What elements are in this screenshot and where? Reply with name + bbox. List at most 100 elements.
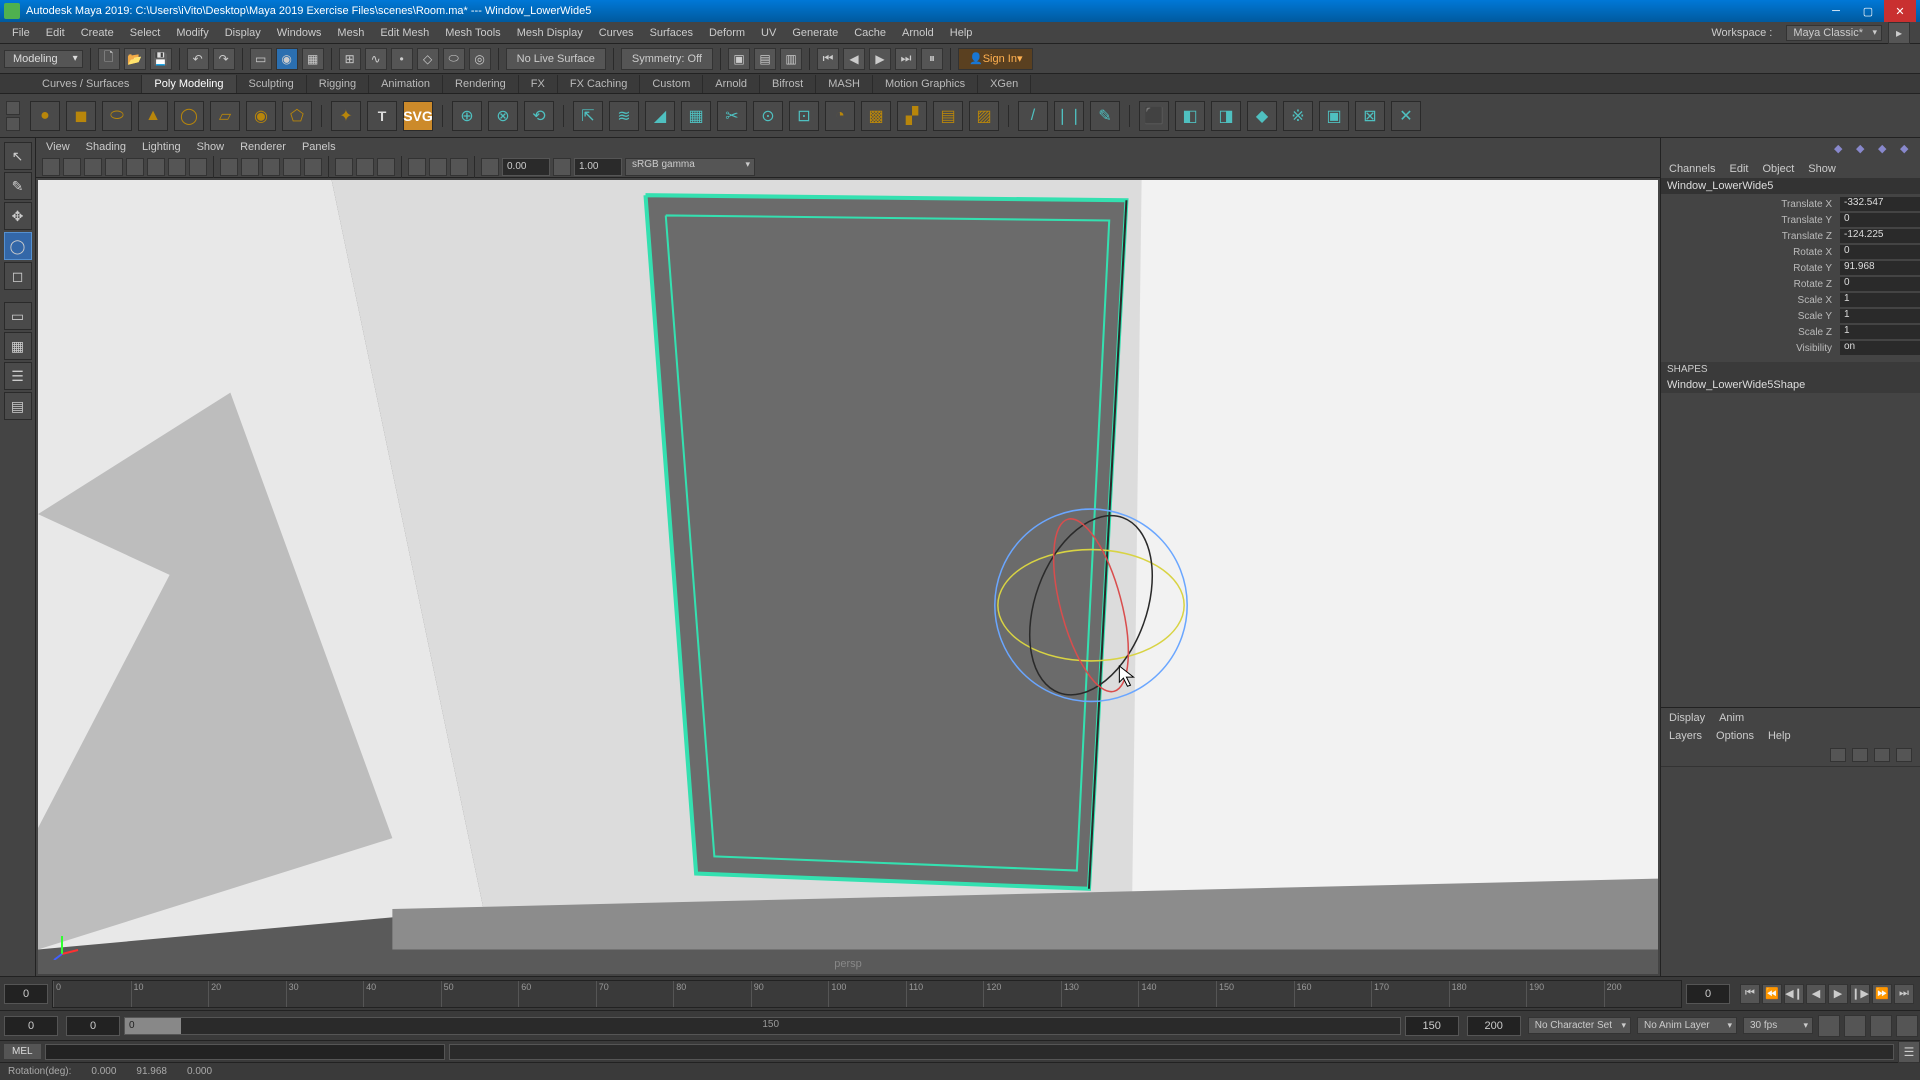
cmd-lang-label[interactable]: MEL <box>4 1044 41 1059</box>
signin-button[interactable]: 👤 Sign In ▾ <box>958 48 1033 70</box>
layer-moveup-icon[interactable] <box>1830 748 1846 762</box>
range-sync-icon[interactable] <box>1896 1015 1918 1037</box>
panel-exposure-icon[interactable] <box>481 158 499 176</box>
panel-xray-joints-icon[interactable] <box>377 158 395 176</box>
range-end-outer[interactable] <box>1467 1016 1521 1036</box>
collapse-icon[interactable]: ⊠ <box>1355 101 1385 131</box>
go-end-icon[interactable]: ⏭ <box>1894 984 1914 1004</box>
close-button[interactable]: ✕ <box>1884 0 1916 22</box>
poly-platonic-icon[interactable]: ⬠ <box>282 101 312 131</box>
shelf-tab-rendering[interactable]: Rendering <box>443 75 519 93</box>
panel-res-gate-icon[interactable] <box>126 158 144 176</box>
combine-icon[interactable]: ⊕ <box>452 101 482 131</box>
chbox-edit-tab[interactable]: Edit <box>1729 163 1748 175</box>
panel-gamma-icon[interactable] <box>553 158 571 176</box>
panel-shading[interactable]: Shading <box>86 141 126 153</box>
object-name-field[interactable]: Window_LowerWide5 <box>1661 178 1920 194</box>
insert-edge-icon[interactable]: ▦ <box>681 101 711 131</box>
menu-arnold[interactable]: Arnold <box>894 27 942 39</box>
shelf-menu-icon[interactable] <box>6 117 20 131</box>
menu-file[interactable]: File <box>4 27 38 39</box>
viewport[interactable]: persp <box>38 180 1658 974</box>
menu-generate[interactable]: Generate <box>784 27 846 39</box>
layout-single-icon[interactable]: ▭ <box>4 302 32 330</box>
maximize-button[interactable]: ▢ <box>1852 0 1884 22</box>
range-track[interactable]: 0 150 <box>124 1017 1401 1035</box>
merge-icon[interactable]: ⊡ <box>789 101 819 131</box>
fps-dropdown[interactable]: 30 fps <box>1743 1017 1813 1034</box>
attr-value[interactable]: 1 <box>1840 309 1920 323</box>
quad-draw-icon[interactable]: ▤ <box>933 101 963 131</box>
menu-modify[interactable]: Modify <box>168 27 216 39</box>
attr-value[interactable]: on <box>1840 341 1920 355</box>
extrude-icon[interactable]: ⇱ <box>573 101 603 131</box>
bool-union-icon[interactable]: ⬛ <box>1139 101 1169 131</box>
menu-create[interactable]: Create <box>73 27 122 39</box>
step-fwd-key-icon[interactable]: ⏩ <box>1872 984 1892 1004</box>
layout-outliner-icon[interactable]: ☰ <box>4 362 32 390</box>
separate-icon[interactable]: ⊗ <box>488 101 518 131</box>
attr-value[interactable]: -124.225 <box>1840 229 1920 243</box>
go-start-icon[interactable]: ⏮ <box>1740 984 1760 1004</box>
attr-value[interactable]: 91.968 <box>1840 261 1920 275</box>
autokey-icon[interactable] <box>1818 1015 1840 1037</box>
step-fwd-icon[interactable]: ❙▶ <box>1850 984 1870 1004</box>
poly-superellipse-icon[interactable]: ✦ <box>331 101 361 131</box>
shelf-tab-arnold[interactable]: Arnold <box>703 75 760 93</box>
play-fwd-icon[interactable]: ▶ <box>1828 984 1848 1004</box>
menu-curves[interactable]: Curves <box>591 27 642 39</box>
menu-windows[interactable]: Windows <box>269 27 330 39</box>
poly-cube-icon[interactable]: ◼ <box>66 101 96 131</box>
snap-point-icon[interactable]: • <box>391 48 413 70</box>
shelf-tab-motiongraphics[interactable]: Motion Graphics <box>873 75 978 93</box>
step-back-icon[interactable]: ◀❙ <box>1784 984 1804 1004</box>
snap-plane-icon[interactable]: ◇ <box>417 48 439 70</box>
panel-color-mgmt-dropdown[interactable]: sRGB gamma <box>625 158 755 176</box>
menu-cache[interactable]: Cache <box>846 27 894 39</box>
delete-edge-icon[interactable]: ✕ <box>1391 101 1421 131</box>
shelf-tab-bifrost[interactable]: Bifrost <box>760 75 816 93</box>
panel-aa-icon[interactable] <box>450 158 468 176</box>
chbox-object-tab[interactable]: Object <box>1762 163 1794 175</box>
poke-icon[interactable]: ※ <box>1283 101 1313 131</box>
channelbox-toggle4-icon[interactable]: ◆ <box>1900 142 1914 156</box>
select-mode-hierarchy-icon[interactable]: ▭ <box>250 48 272 70</box>
undo-icon[interactable]: ↶ <box>187 48 209 70</box>
shelf-switch-icon[interactable] <box>6 101 20 115</box>
step-back-key-icon[interactable]: ⏪ <box>1762 984 1782 1004</box>
detach-icon[interactable]: ✎ <box>1090 101 1120 131</box>
attr-value[interactable]: -332.547 <box>1840 197 1920 211</box>
poly-type-icon[interactable]: T <box>367 101 397 131</box>
poly-cylinder-icon[interactable]: ⬭ <box>102 101 132 131</box>
time-track[interactable]: 0102030405060708090100110120130140150160… <box>52 980 1682 1008</box>
ipr-render-icon[interactable]: ▤ <box>754 48 776 70</box>
shelf-tab-rigging[interactable]: Rigging <box>307 75 369 93</box>
shelf-tab-fx[interactable]: FX <box>519 75 558 93</box>
snap-grid-icon[interactable]: ⊞ <box>339 48 361 70</box>
select-mode-object-icon[interactable]: ◉ <box>276 48 298 70</box>
select-tool-icon[interactable]: ↖ <box>4 142 32 170</box>
edge-flow-icon[interactable]: / <box>1018 101 1048 131</box>
snap-view-icon[interactable]: ◎ <box>469 48 491 70</box>
shelf-tab-polymodeling[interactable]: Poly Modeling <box>142 75 236 93</box>
range-thumb[interactable]: 0 <box>125 1018 181 1034</box>
shelf-tab-curves[interactable]: Curves / Surfaces <box>30 75 142 93</box>
layer-display-tab[interactable]: Display <box>1669 712 1705 724</box>
mirror-icon[interactable]: ▞ <box>897 101 927 131</box>
connect-icon[interactable]: ❘❘ <box>1054 101 1084 131</box>
panel-ao-icon[interactable] <box>408 158 426 176</box>
attr-value[interactable]: 0 <box>1840 277 1920 291</box>
wedge-icon[interactable]: ◆ <box>1247 101 1277 131</box>
shelf-tab-mash[interactable]: MASH <box>816 75 873 93</box>
playblast-pause-icon[interactable]: ⏸ <box>921 48 943 70</box>
menu-edit[interactable]: Edit <box>38 27 73 39</box>
range-start-outer[interactable] <box>4 1016 58 1036</box>
open-scene-icon[interactable]: 📂 <box>124 48 146 70</box>
layer-movedown-icon[interactable] <box>1852 748 1868 762</box>
attr-value[interactable]: 1 <box>1840 325 1920 339</box>
panel-gate-mask-icon[interactable] <box>147 158 165 176</box>
menu-mesh-display[interactable]: Mesh Display <box>509 27 591 39</box>
poly-plane-icon[interactable]: ▱ <box>210 101 240 131</box>
bevel-icon[interactable]: ◢ <box>645 101 675 131</box>
menu-display[interactable]: Display <box>217 27 269 39</box>
